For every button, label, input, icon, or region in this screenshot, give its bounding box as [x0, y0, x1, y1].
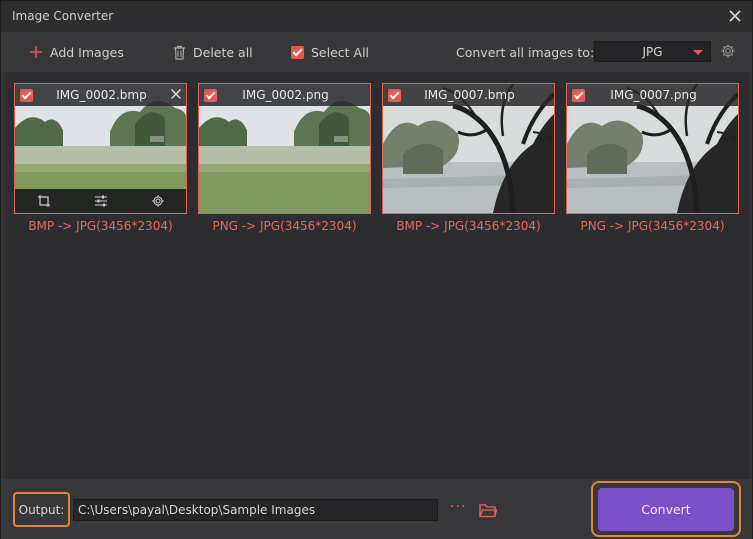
file-name: IMG_0002.bmp: [56, 88, 147, 102]
adjust-icon[interactable]: [94, 194, 108, 208]
title-bar: Image Converter: [1, 1, 752, 32]
image-card[interactable]: IMG_0002.png: [198, 83, 371, 214]
trash-icon: [174, 45, 185, 60]
card-header: IMG_0007.bmp: [383, 84, 554, 106]
select-all-checkbox[interactable]: Select All: [291, 43, 369, 61]
file-name: IMG_0007.png: [610, 88, 697, 102]
image-grid: IMG_0002.bmp BMP -> JPG(3456*2304) IMG_0…: [5, 72, 750, 479]
more-options-button[interactable]: ···: [450, 500, 466, 517]
add-images-label: Add Images: [50, 44, 124, 60]
delete-all-button[interactable]: Delete all: [173, 43, 253, 61]
delete-all-label: Delete all: [193, 44, 253, 60]
image-card[interactable]: IMG_0007.bmp: [382, 83, 555, 214]
output-path-field[interactable]: C:\Users\payal\Desktop\Sample Images: [73, 499, 438, 521]
chevron-down-icon: [693, 50, 703, 55]
window-title: Image Converter: [12, 9, 114, 23]
card-header: IMG_0007.png: [567, 84, 738, 106]
select-all-check[interactable]: [291, 45, 304, 59]
image-card[interactable]: IMG_0007.png: [566, 83, 739, 214]
image-converter-window: Image Converter Add Images Delete all Se…: [0, 0, 753, 539]
close-icon[interactable]: [726, 7, 744, 25]
card-header: IMG_0002.png: [199, 84, 370, 106]
convert-all-label: Convert all images to:: [456, 44, 595, 60]
format-dropdown[interactable]: JPG: [594, 41, 711, 62]
card-checkbox[interactable]: [20, 89, 33, 102]
format-value: JPG: [642, 44, 663, 59]
convert-button[interactable]: Convert: [598, 488, 734, 531]
card-toolbar: [15, 189, 186, 213]
card-header: IMG_0002.bmp: [15, 84, 186, 106]
gear-icon[interactable]: [151, 194, 165, 208]
file-name: IMG_0007.bmp: [424, 88, 515, 102]
crop-icon[interactable]: [37, 194, 51, 208]
conversion-info: PNG -> JPG(3456*2304): [212, 219, 357, 233]
file-name: IMG_0002.png: [242, 88, 329, 102]
close-icon[interactable]: [170, 88, 182, 100]
select-all-label: Select All: [311, 44, 370, 60]
add-images-button[interactable]: Add Images: [29, 43, 124, 61]
folder-icon[interactable]: [479, 503, 497, 518]
conversion-info: PNG -> JPG(3456*2304): [580, 219, 725, 233]
plus-icon: [30, 46, 42, 58]
conversion-info: BMP -> JPG(3456*2304): [28, 219, 173, 233]
card-checkbox[interactable]: [204, 89, 217, 102]
card-checkbox[interactable]: [388, 89, 401, 102]
output-label: Output:: [13, 492, 70, 527]
image-card[interactable]: IMG_0002.bmp: [14, 83, 187, 214]
conversion-info: BMP -> JPG(3456*2304): [396, 219, 541, 233]
gear-icon[interactable]: [720, 43, 736, 59]
card-checkbox[interactable]: [572, 89, 585, 102]
